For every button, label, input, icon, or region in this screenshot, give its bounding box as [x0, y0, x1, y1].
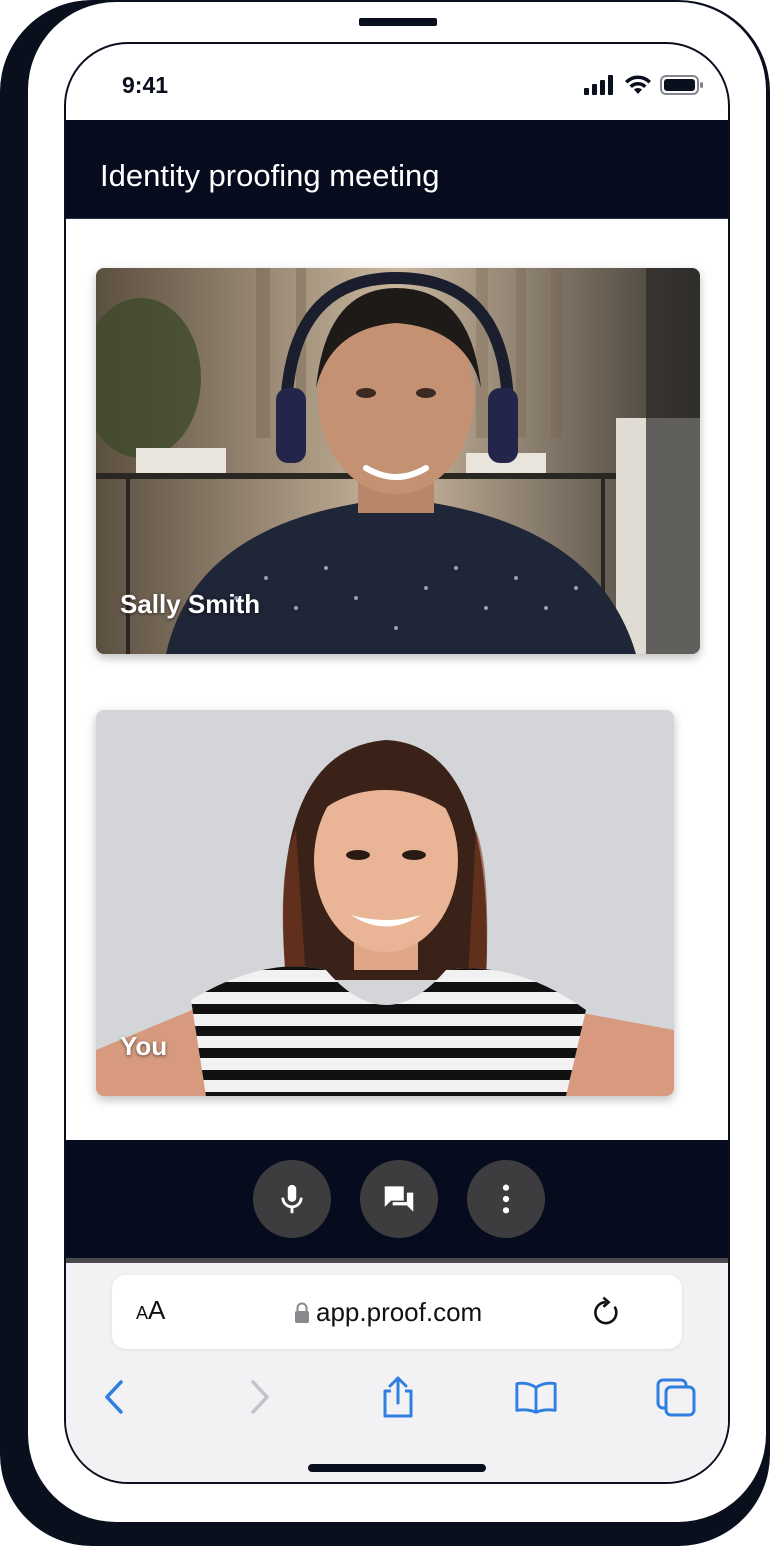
- video-tile-self[interactable]: You: [96, 710, 674, 1096]
- mic-icon: [281, 1184, 303, 1214]
- self-name: You: [120, 1031, 168, 1061]
- cellular-signal-icon: [584, 75, 613, 95]
- more-icon: [502, 1184, 510, 1214]
- status-icons: [584, 74, 704, 96]
- browser-nav-row: [66, 1375, 728, 1435]
- lock-icon: [295, 1302, 309, 1323]
- battery-icon: [660, 75, 703, 95]
- status-bar: 9:41: [66, 44, 728, 120]
- address-bar[interactable]: AA app.proof.com: [112, 1275, 682, 1349]
- url-text: app.proof.com: [316, 1297, 483, 1327]
- call-controls: [66, 1140, 728, 1263]
- participant-name: Sally Smith: [120, 589, 261, 619]
- text-size-button[interactable]: AA: [136, 1295, 165, 1326]
- browser-toolbar: AA app.proof.com: [66, 1263, 728, 1482]
- book-icon: [515, 1381, 557, 1414]
- video-tile-remote[interactable]: Sally Smith: [96, 268, 700, 654]
- back-button[interactable]: [92, 1375, 136, 1419]
- home-indicator: [308, 1464, 486, 1472]
- tabs-button[interactable]: [654, 1375, 698, 1419]
- chat-icon: [384, 1186, 414, 1212]
- share-button[interactable]: [376, 1375, 420, 1419]
- mute-button[interactable]: [253, 1160, 331, 1238]
- text-size-big-a: A: [148, 1295, 166, 1325]
- more-options-button[interactable]: [467, 1160, 545, 1238]
- chat-button[interactable]: [360, 1160, 438, 1238]
- chevron-left-icon: [105, 1380, 123, 1414]
- status-time: 9:41: [122, 72, 169, 98]
- url-display[interactable]: app.proof.com: [294, 1297, 482, 1328]
- self-video: [96, 710, 674, 1096]
- app-header: Identity proofing meeting: [66, 120, 728, 219]
- forward-button[interactable]: [238, 1375, 282, 1419]
- share-icon: [383, 1376, 413, 1418]
- wifi-icon: [625, 75, 651, 94]
- phone-speaker: [359, 18, 437, 26]
- phone-screen: 9:41 Identity proofing meeting Sally Smi…: [64, 42, 730, 1484]
- chevron-right-icon: [251, 1380, 269, 1414]
- tabs-icon: [656, 1378, 696, 1417]
- bookmarks-button[interactable]: [514, 1375, 558, 1419]
- reload-icon[interactable]: [590, 1295, 622, 1329]
- text-size-small-a: A: [136, 1303, 149, 1323]
- page-title: Identity proofing meeting: [100, 158, 440, 193]
